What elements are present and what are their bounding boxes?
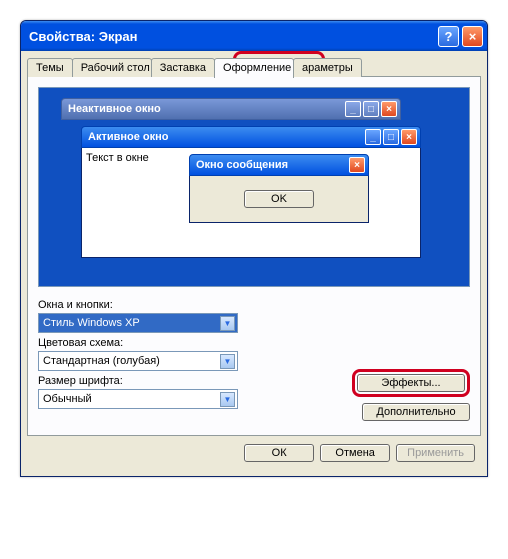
right-button-group: Эффекты... Дополнительно bbox=[352, 369, 470, 421]
window-title: Свойства: Экран bbox=[29, 29, 435, 44]
preview-msgbox-titlebar: Окно сообщения × bbox=[189, 154, 369, 176]
appearance-panel: Неактивное окно _ □ × Активное окно _ □ … bbox=[27, 76, 481, 436]
preview-max-icon: □ bbox=[363, 101, 379, 117]
preview-close-icon: × bbox=[401, 129, 417, 145]
color-scheme-row: Цветовая схема: Стандартная (голубая) ▼ bbox=[38, 337, 470, 371]
preview-inactive-window: Неактивное окно _ □ × bbox=[61, 98, 401, 120]
preview-msgbox-body: OK bbox=[189, 176, 369, 223]
window-titlebar[interactable]: Свойства: Экран ? × bbox=[21, 21, 487, 51]
color-scheme-label: Цветовая схема: bbox=[38, 337, 470, 349]
windows-buttons-value: Стиль Windows XP bbox=[43, 317, 220, 329]
preview-min-icon: _ bbox=[345, 101, 361, 117]
preview-message-box: Окно сообщения × OK bbox=[189, 154, 369, 223]
color-scheme-combo[interactable]: Стандартная (голубая) ▼ bbox=[38, 351, 238, 371]
highlight-effects-button: Эффекты... bbox=[352, 369, 470, 397]
tab-desktop[interactable]: Рабочий стол bbox=[72, 58, 152, 77]
chevron-down-icon: ▼ bbox=[220, 316, 235, 331]
help-button[interactable]: ? bbox=[438, 26, 459, 47]
preview-max-icon: □ bbox=[383, 129, 399, 145]
windows-buttons-label: Окна и кнопки: bbox=[38, 299, 470, 311]
font-size-combo[interactable]: Обычный ▼ bbox=[38, 389, 238, 409]
preview-inactive-titlebar: Неактивное окно _ □ × bbox=[61, 98, 401, 120]
preview-close-icon: × bbox=[381, 101, 397, 117]
preview-active-titlebar: Активное окно _ □ × bbox=[81, 126, 421, 148]
display-properties-window: Свойства: Экран ? × Темы Рабочий стол За… bbox=[20, 20, 488, 477]
appearance-preview: Неактивное окно _ □ × Активное окно _ □ … bbox=[38, 87, 470, 287]
effects-button[interactable]: Эффекты... bbox=[357, 374, 465, 392]
cancel-button[interactable]: Отмена bbox=[320, 444, 390, 462]
windows-buttons-combo[interactable]: Стиль Windows XP ▼ bbox=[38, 313, 238, 333]
preview-close-icon: × bbox=[349, 157, 365, 173]
font-size-value: Обычный bbox=[43, 393, 220, 405]
advanced-button[interactable]: Дополнительно bbox=[362, 403, 470, 421]
tab-settings[interactable]: араметры bbox=[293, 58, 362, 77]
chevron-down-icon: ▼ bbox=[220, 354, 235, 369]
tab-themes[interactable]: Темы bbox=[27, 58, 73, 77]
dialog-button-row: ОК Отмена Применить bbox=[27, 436, 481, 470]
close-button[interactable]: × bbox=[462, 26, 483, 47]
preview-min-icon: _ bbox=[365, 129, 381, 145]
tab-screensaver[interactable]: Заставка bbox=[151, 58, 215, 77]
tab-strip: Темы Рабочий стол Заставка Оформление ар… bbox=[27, 58, 481, 77]
windows-buttons-row: Окна и кнопки: Стиль Windows XP ▼ bbox=[38, 299, 470, 333]
preview-msgbox-ok-button: OK bbox=[244, 190, 314, 208]
apply-button[interactable]: Применить bbox=[396, 444, 475, 462]
ok-button[interactable]: ОК bbox=[244, 444, 314, 462]
tab-appearance[interactable]: Оформление bbox=[214, 58, 294, 78]
color-scheme-value: Стандартная (голубая) bbox=[43, 355, 220, 367]
window-content: Темы Рабочий стол Заставка Оформление ар… bbox=[21, 51, 487, 476]
chevron-down-icon: ▼ bbox=[220, 392, 235, 407]
